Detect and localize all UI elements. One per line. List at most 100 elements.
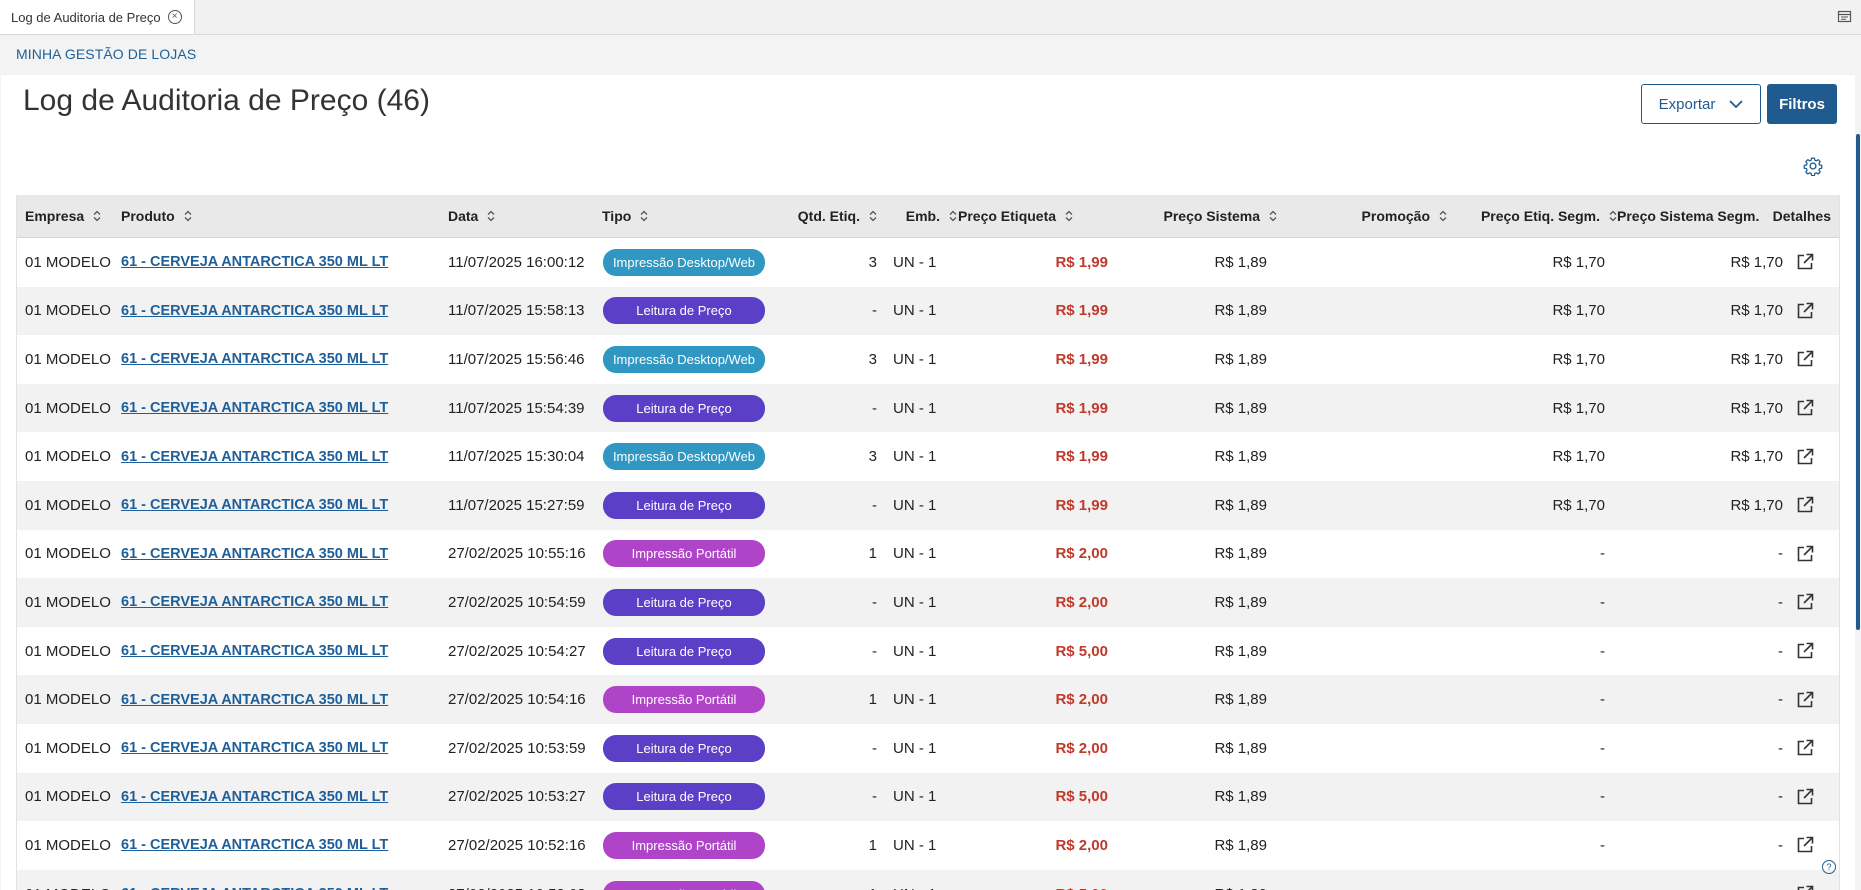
type-badge: Impressão Desktop/Web bbox=[603, 443, 765, 471]
cell-preco-etiqueta: R$ 2,00 bbox=[1055, 545, 1108, 563]
product-link[interactable]: 61 - CERVEJA ANTARCTICA 350 ML LT bbox=[121, 335, 388, 384]
sort-icon bbox=[1609, 210, 1617, 222]
product-link[interactable]: 61 - CERVEJA ANTARCTICA 350 ML LT bbox=[121, 432, 388, 481]
tab-title: Log de Auditoria de Preço bbox=[11, 9, 161, 25]
sort-icon bbox=[1065, 210, 1073, 222]
column-header-promocao[interactable]: Promoção bbox=[1277, 195, 1447, 237]
cell-qtd-etiq: 3 bbox=[868, 448, 877, 466]
close-circle-icon[interactable]: × bbox=[167, 10, 182, 24]
cell-detalhes bbox=[1795, 724, 1815, 773]
external-link-icon[interactable] bbox=[1795, 495, 1815, 515]
product-link[interactable]: 61 - CERVEJA ANTARCTICA 350 ML LT bbox=[121, 481, 388, 530]
table-row[interactable]: 01 MODELO 61 - CERVEJA ANTARCTICA 350 ML … bbox=[17, 675, 1839, 724]
cell-promocao bbox=[1277, 821, 1427, 870]
cell-qtd-etiq: - bbox=[872, 496, 877, 514]
external-link-icon[interactable] bbox=[1795, 252, 1815, 272]
cell-promocao bbox=[1277, 335, 1427, 384]
cell-preco-sistema: R$ 1,89 bbox=[1214, 253, 1267, 271]
breadcrumb[interactable]: MINHA GESTÃO DE LOJAS bbox=[16, 46, 196, 62]
product-link[interactable]: 61 - CERVEJA ANTARCTICA 350 ML LT bbox=[121, 821, 388, 870]
cell-emb: UN - 1 bbox=[893, 253, 937, 271]
column-header-emb[interactable]: Emb. bbox=[877, 195, 957, 237]
column-header-preco-etiqueta[interactable]: Preço Etiqueta bbox=[958, 195, 1073, 237]
product-link[interactable]: 61 - CERVEJA ANTARCTICA 350 ML LT bbox=[121, 578, 388, 627]
cell-preco-etiqueta: R$ 1,99 bbox=[1055, 448, 1108, 466]
scrollbar-thumb[interactable] bbox=[1856, 134, 1860, 630]
cell-preco-sistema: R$ 1,89 bbox=[1214, 739, 1267, 757]
external-link-icon[interactable] bbox=[1795, 738, 1815, 758]
product-link[interactable]: 61 - CERVEJA ANTARCTICA 350 ML LT bbox=[121, 773, 388, 822]
cell-preco-etiqueta: R$ 2,00 bbox=[1055, 836, 1108, 854]
product-link[interactable]: 61 - CERVEJA ANTARCTICA 350 ML LT bbox=[121, 238, 388, 287]
external-link-icon[interactable] bbox=[1795, 592, 1815, 612]
external-link-icon[interactable] bbox=[1795, 398, 1815, 418]
cell-preco-sistema-segm: - bbox=[1778, 788, 1783, 806]
tab-log-auditoria[interactable]: Log de Auditoria de Preço × bbox=[0, 0, 195, 34]
external-link-icon[interactable] bbox=[1795, 447, 1815, 467]
cell-empresa: 01 MODELO bbox=[25, 448, 111, 466]
external-link-icon[interactable] bbox=[1795, 835, 1815, 855]
product-link[interactable]: 61 - CERVEJA ANTARCTICA 350 ML LT bbox=[121, 870, 388, 890]
external-link-icon[interactable] bbox=[1795, 787, 1815, 807]
column-header-preco-sistema[interactable]: Preço Sistema bbox=[1107, 195, 1277, 237]
product-link[interactable]: 61 - CERVEJA ANTARCTICA 350 ML LT bbox=[121, 530, 388, 579]
table-row[interactable]: 01 MODELO 61 - CERVEJA ANTARCTICA 350 ML … bbox=[17, 869, 1839, 890]
cell-tipo: Leitura de Preço bbox=[603, 724, 765, 773]
external-link-icon[interactable] bbox=[1795, 690, 1815, 710]
external-link-icon[interactable] bbox=[1795, 349, 1815, 369]
table-row[interactable]: 01 MODELO 61 - CERVEJA ANTARCTICA 350 ML … bbox=[17, 578, 1839, 627]
product-link[interactable]: 61 - CERVEJA ANTARCTICA 350 ML LT bbox=[121, 287, 388, 336]
table-row[interactable]: 01 MODELO 61 - CERVEJA ANTARCTICA 350 ML … bbox=[17, 530, 1839, 579]
cell-promocao bbox=[1277, 627, 1427, 676]
filters-button[interactable]: Filtros bbox=[1767, 84, 1837, 124]
column-label: Empresa bbox=[25, 208, 85, 224]
column-label: Preço Etiqueta bbox=[958, 208, 1057, 224]
column-header-preco-etiq-segm[interactable]: Preço Etiq. Segm. bbox=[1447, 195, 1617, 237]
product-link[interactable]: 61 - CERVEJA ANTARCTICA 350 ML LT bbox=[121, 675, 388, 724]
cell-preco-sistema: R$ 1,89 bbox=[1214, 593, 1267, 611]
table-row[interactable]: 01 MODELO 61 - CERVEJA ANTARCTICA 350 ML … bbox=[17, 238, 1839, 287]
product-link[interactable]: 61 - CERVEJA ANTARCTICA 350 ML LT bbox=[121, 384, 388, 433]
sort-icon bbox=[1269, 210, 1277, 222]
external-link-icon[interactable] bbox=[1795, 884, 1815, 890]
product-link[interactable]: 61 - CERVEJA ANTARCTICA 350 ML LT bbox=[121, 724, 388, 773]
column-header-tipo[interactable]: Tipo bbox=[602, 195, 648, 237]
cell-preco-etiq-segm: - bbox=[1600, 545, 1605, 563]
column-header-preco-sistema-segm[interactable]: Preço Sistema Segm. bbox=[1617, 195, 1769, 237]
help-icon[interactable]: ? bbox=[1822, 860, 1836, 874]
cell-detalhes bbox=[1795, 287, 1815, 336]
table-row[interactable]: 01 MODELO 61 - CERVEJA ANTARCTICA 350 ML … bbox=[17, 432, 1839, 481]
table-row[interactable]: 01 MODELO 61 - CERVEJA ANTARCTICA 350 ML … bbox=[17, 286, 1839, 336]
cell-emb: UN - 1 bbox=[893, 545, 937, 563]
table-row[interactable]: 01 MODELO 61 - CERVEJA ANTARCTICA 350 ML … bbox=[17, 821, 1839, 870]
cell-qtd-etiq: 3 bbox=[868, 253, 877, 271]
cell-preco-sistema: R$ 1,89 bbox=[1214, 788, 1267, 806]
sort-icon bbox=[640, 210, 648, 222]
column-header-produto[interactable]: Produto bbox=[121, 195, 192, 237]
column-header-data[interactable]: Data bbox=[448, 195, 495, 237]
external-link-icon[interactable] bbox=[1795, 301, 1815, 321]
cell-preco-sistema-segm: - bbox=[1617, 870, 1783, 890]
table-row[interactable]: 01 MODELO 61 - CERVEJA ANTARCTICA 350 ML … bbox=[17, 481, 1839, 530]
product-link[interactable]: 61 - CERVEJA ANTARCTICA 350 ML LT bbox=[121, 627, 388, 676]
table-row[interactable]: 01 MODELO 61 - CERVEJA ANTARCTICA 350 ML … bbox=[17, 627, 1839, 676]
cell-tipo: Impressão Portátil bbox=[603, 675, 765, 724]
window-menu-icon[interactable] bbox=[1837, 9, 1853, 25]
column-header-qtd-etiq[interactable]: Qtd. Etiq. bbox=[757, 195, 877, 237]
external-link-icon[interactable] bbox=[1795, 544, 1815, 564]
cell-qtd-etiq: 1 bbox=[868, 545, 877, 563]
gear-icon[interactable] bbox=[1803, 156, 1823, 176]
table-row[interactable]: 01 MODELO 61 - CERVEJA ANTARCTICA 350 ML … bbox=[17, 383, 1839, 433]
cell-detalhes bbox=[1795, 530, 1815, 579]
cell-data: 11/07/2025 15:27:59 bbox=[448, 496, 585, 514]
cell-detalhes bbox=[1795, 675, 1815, 724]
cell-data: 27/02/2025 10:53:59 bbox=[448, 739, 586, 757]
external-link-icon[interactable] bbox=[1795, 641, 1815, 661]
table-row[interactable]: 01 MODELO 61 - CERVEJA ANTARCTICA 350 ML … bbox=[17, 724, 1839, 773]
cell-promocao bbox=[1277, 481, 1427, 530]
column-header-empresa[interactable]: Empresa bbox=[25, 195, 101, 237]
export-button[interactable]: Exportar bbox=[1641, 84, 1761, 124]
cell-emb: UN - 1 bbox=[893, 593, 937, 611]
table-row[interactable]: 01 MODELO 61 - CERVEJA ANTARCTICA 350 ML … bbox=[17, 335, 1839, 384]
table-row[interactable]: 01 MODELO 61 - CERVEJA ANTARCTICA 350 ML … bbox=[17, 772, 1839, 822]
